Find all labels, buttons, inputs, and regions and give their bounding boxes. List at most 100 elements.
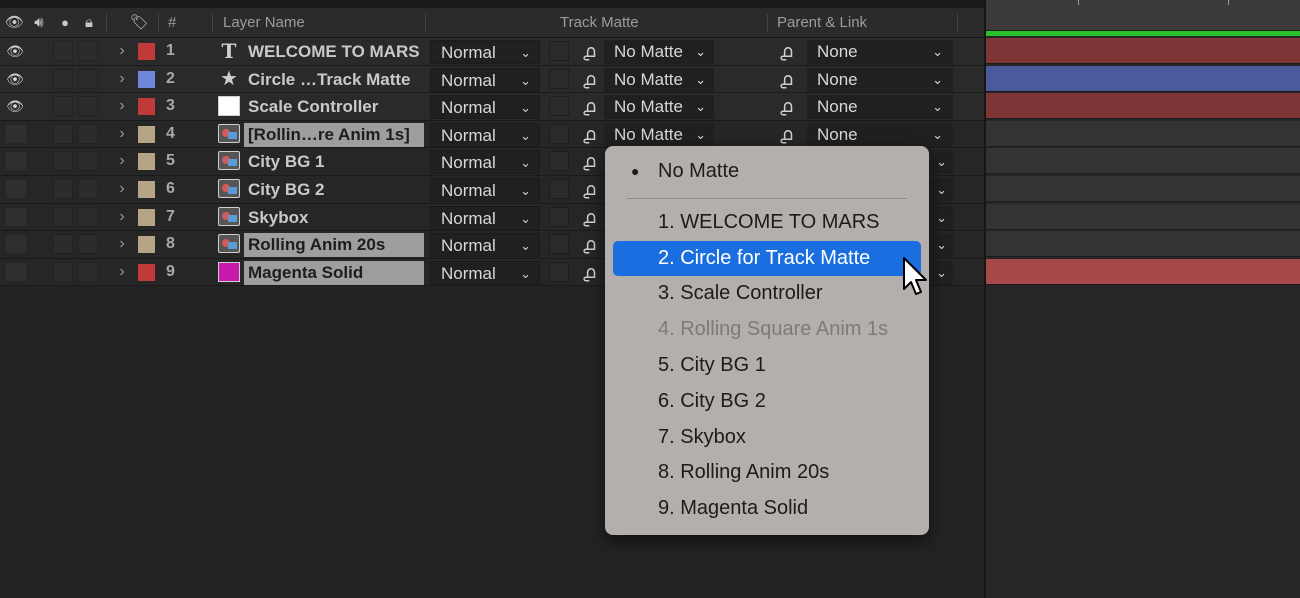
parent-select[interactable]: ⌄ xyxy=(930,150,953,175)
preserve-transparency-toggle[interactable] xyxy=(549,206,569,227)
track-matte-select[interactable]: No Matte ⌄ xyxy=(604,122,714,147)
chevron-right-icon[interactable]: › xyxy=(115,69,129,89)
lock-toggle[interactable] xyxy=(78,261,98,282)
matte-pickwhip-icon[interactable]: ൧ xyxy=(579,67,599,91)
parent-pickwhip-icon[interactable]: ൧ xyxy=(776,67,796,91)
solo-toggle[interactable] xyxy=(53,123,73,144)
chevron-right-icon[interactable]: › xyxy=(115,124,129,144)
lock-toggle[interactable] xyxy=(78,68,98,89)
eye-icon[interactable]: 👁︎ xyxy=(5,70,25,88)
parent-select[interactable]: None ⌄ xyxy=(807,122,953,147)
track-matte-column-header[interactable]: Track Matte xyxy=(560,8,639,38)
layer-name[interactable]: [Rollin…re Anim 1s] xyxy=(244,122,424,147)
layer-row[interactable]: 👁︎ › 1 T WELCOME TO MARS Normal ⌄ ൧ No Matte ⌄ ൧ No… xyxy=(0,38,984,66)
eye-icon[interactable]: 👁︎ xyxy=(5,97,25,115)
layer-name[interactable]: City BG 1 xyxy=(244,150,424,174)
solo-toggle[interactable] xyxy=(53,151,73,172)
eye-toggle[interactable] xyxy=(5,261,27,282)
matte-pickwhip-icon[interactable]: ൧ xyxy=(579,149,599,173)
matte-pickwhip-icon[interactable]: ൧ xyxy=(579,205,599,229)
parent-select[interactable]: ⌄ xyxy=(930,177,953,202)
parent-select[interactable]: ⌄ xyxy=(930,260,953,285)
solo-toggle[interactable] xyxy=(53,261,73,282)
menu-item-layer[interactable]: 5. City BG 1 xyxy=(605,348,929,384)
matte-pickwhip-icon[interactable]: ൧ xyxy=(579,122,599,146)
track-matte-select[interactable]: No Matte ⌄ xyxy=(604,95,714,120)
parent-select[interactable]: None ⌄ xyxy=(807,67,953,92)
layer-duration-bar[interactable] xyxy=(986,93,1300,120)
eye-toggle[interactable] xyxy=(5,151,27,172)
layer-duration-bar[interactable] xyxy=(986,231,1300,258)
parent-pickwhip-icon[interactable]: ൧ xyxy=(776,39,796,63)
parent-select[interactable]: None ⌄ xyxy=(807,40,953,64)
matte-pickwhip-icon[interactable]: ൧ xyxy=(579,260,599,284)
lock-toggle[interactable] xyxy=(78,206,98,227)
menu-item-layer[interactable]: 3. Scale Controller xyxy=(605,276,929,312)
layer-duration-bar[interactable] xyxy=(986,258,1300,285)
layer-duration-bar[interactable] xyxy=(986,176,1300,202)
preserve-transparency-toggle[interactable] xyxy=(549,178,569,199)
lock-toggle[interactable] xyxy=(78,96,98,117)
label-tag-icon[interactable]: 🏷︎ xyxy=(130,15,149,31)
blend-mode-select[interactable]: Normal ⌄ xyxy=(430,40,540,64)
parent-link-column-header[interactable]: Parent & Link xyxy=(777,8,867,38)
blend-mode-select[interactable]: Normal ⌄ xyxy=(430,67,540,92)
solo-toggle[interactable] xyxy=(53,41,73,61)
menu-item-layer[interactable]: 9. Magenta Solid xyxy=(605,491,929,527)
preserve-transparency-toggle[interactable] xyxy=(549,41,569,61)
work-area-bar[interactable] xyxy=(986,31,1300,36)
label-color-swatch[interactable] xyxy=(138,43,155,60)
layer-name[interactable]: Rolling Anim 20s xyxy=(244,233,424,258)
parent-select[interactable]: ⌄ xyxy=(930,233,953,258)
chevron-right-icon[interactable]: › xyxy=(115,41,129,61)
menu-item-layer[interactable]: 6. City BG 2 xyxy=(605,384,929,420)
preserve-transparency-toggle[interactable] xyxy=(549,123,569,144)
solo-toggle[interactable] xyxy=(53,96,73,117)
matte-pickwhip-icon[interactable]: ൧ xyxy=(579,39,599,63)
eye-toggle[interactable] xyxy=(5,234,27,255)
time-ruler[interactable] xyxy=(986,0,1300,31)
eye-toggle[interactable] xyxy=(5,178,27,199)
hash-column-header[interactable]: # xyxy=(168,8,176,38)
blend-mode-select[interactable]: Normal ⌄ xyxy=(430,150,540,175)
chevron-right-icon[interactable]: › xyxy=(115,234,129,254)
parent-select[interactable]: ⌄ xyxy=(930,205,953,230)
solo-dot-icon[interactable]: ● xyxy=(56,15,74,31)
blend-mode-select[interactable]: Normal ⌄ xyxy=(430,260,540,285)
chevron-right-icon[interactable]: › xyxy=(115,179,129,199)
lock-toggle[interactable] xyxy=(78,234,98,255)
lock-toggle[interactable] xyxy=(78,151,98,172)
blend-mode-select[interactable]: Normal ⌄ xyxy=(430,122,540,147)
layer-name-column-header[interactable]: Layer Name xyxy=(223,8,305,38)
label-color-swatch[interactable] xyxy=(138,70,155,88)
solo-toggle[interactable] xyxy=(53,206,73,227)
layer-row[interactable]: 👁︎ › 3 Scale Controller Normal ⌄ ൧ No Matte ⌄ ൧ No… xyxy=(0,93,984,121)
label-color-swatch[interactable] xyxy=(138,180,155,198)
layer-name[interactable]: Magenta Solid xyxy=(244,260,424,285)
lock-toggle[interactable] xyxy=(78,178,98,199)
layer-duration-bar[interactable] xyxy=(986,148,1300,175)
preserve-transparency-toggle[interactable] xyxy=(549,96,569,117)
parent-select[interactable]: None ⌄ xyxy=(807,95,953,120)
speaker-icon[interactable]: 🔊︎ xyxy=(30,15,48,31)
matte-pickwhip-icon[interactable]: ൧ xyxy=(579,94,599,118)
chevron-right-icon[interactable]: › xyxy=(115,262,129,282)
lock-toggle[interactable] xyxy=(78,41,98,61)
menu-item-layer[interactable]: 7. Skybox xyxy=(605,420,929,456)
blend-mode-select[interactable]: Normal ⌄ xyxy=(430,177,540,202)
track-matte-select[interactable]: No Matte ⌄ xyxy=(604,67,714,92)
eye-icon[interactable]: 👁︎ xyxy=(5,15,24,31)
label-color-swatch[interactable] xyxy=(138,153,155,171)
menu-item-no-matte[interactable]: ● No Matte xyxy=(605,154,929,190)
preserve-transparency-toggle[interactable] xyxy=(549,261,569,282)
preserve-transparency-toggle[interactable] xyxy=(549,68,569,89)
layer-duration-bar[interactable] xyxy=(986,120,1300,147)
solo-toggle[interactable] xyxy=(53,178,73,199)
blend-mode-select[interactable]: Normal ⌄ xyxy=(430,233,540,258)
track-matte-select[interactable]: No Matte ⌄ xyxy=(604,40,714,64)
menu-item-layer[interactable]: 1. WELCOME TO MARS xyxy=(605,205,929,241)
label-color-swatch[interactable] xyxy=(138,98,155,116)
layer-name[interactable]: WELCOME TO MARS xyxy=(244,40,424,64)
layer-name[interactable]: Scale Controller xyxy=(244,95,424,119)
solo-toggle[interactable] xyxy=(53,234,73,255)
